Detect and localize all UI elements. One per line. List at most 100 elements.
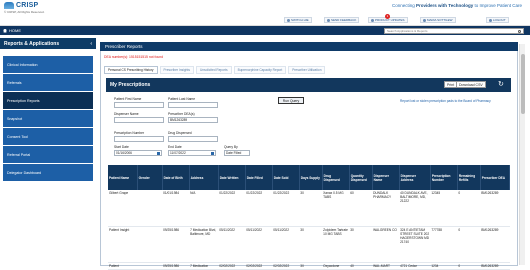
home-icon xyxy=(3,28,7,33)
dea-error-message: DEA number(s): 1515151515 not found xyxy=(104,55,163,59)
table-cell: 01/22/2022 xyxy=(272,190,300,227)
table-body: Gilbert Grape 01/01/1984 N/A 01/22/2022 01/2… xyxy=(108,190,510,270)
main-title: Prescriber Reports xyxy=(100,42,518,51)
end-date-label: End Date xyxy=(168,145,182,149)
query-by-label: Query By xyxy=(224,145,238,149)
sidebar-item-referrals[interactable]: Referrals xyxy=(3,74,93,91)
search-input[interactable]: Search Applications & Reports xyxy=(384,28,524,34)
tab-prescriber-utilization[interactable]: Prescriber Utilization xyxy=(288,66,326,74)
download-csv-button[interactable]: Download CSV xyxy=(456,81,486,88)
table-cell: Patient Insight xyxy=(108,226,138,263)
start-date-label: Start Date xyxy=(114,145,129,149)
table-cell: WALGREEN CO xyxy=(372,226,400,263)
scrollbar-thumb[interactable] xyxy=(521,54,525,114)
table-cell: 01/01/1984 xyxy=(162,190,190,227)
col-header[interactable]: Date Sold xyxy=(272,165,300,190)
table-cell: 60 xyxy=(349,190,373,227)
end-date-input[interactable]: 11/07/2022 xyxy=(168,150,216,156)
user-name-label: MARIA SOTTILEW xyxy=(427,18,453,22)
table-cell: 12345 xyxy=(430,190,458,227)
start-date-input[interactable]: 01/16/2006 xyxy=(114,150,162,156)
sidebar-item-label: Referrals xyxy=(7,80,22,85)
query-by-select[interactable]: Date Filled xyxy=(224,150,250,156)
col-header[interactable]: Dispenser Address xyxy=(399,165,431,190)
feedback-icon xyxy=(327,18,330,22)
col-header[interactable]: Dispenser Name xyxy=(372,165,400,190)
sidebar-item-snapshot[interactable]: Snapshot xyxy=(3,110,93,127)
table-row[interactable]: Patient Insight 09/25/1986 7 Medication Bl… xyxy=(108,226,510,263)
table-header-row: Patient Name Gender Date of Birth Addres… xyxy=(108,165,511,190)
tagline-prefix: Connecting xyxy=(392,3,417,8)
updates-count-badge: 1 xyxy=(385,14,390,19)
drug-input[interactable] xyxy=(168,136,218,142)
logout-icon xyxy=(489,18,492,22)
logout-label: LOGOUT xyxy=(493,18,506,22)
tab-buprenorphine-capacity[interactable]: Buprenorphine Capacity Report xyxy=(233,66,287,74)
user-menu-button[interactable]: MARIA SOTTILEW xyxy=(420,17,456,23)
dispenser-label: Dispenser Name xyxy=(114,112,139,116)
home-link[interactable]: HOME xyxy=(3,28,21,33)
table-cell xyxy=(137,190,163,227)
col-header[interactable]: Date Written xyxy=(218,165,246,190)
send-feedback-button[interactable]: SEND FEEDBACK xyxy=(324,17,360,23)
tagline-suffix: to Improve Patient Care xyxy=(473,3,522,8)
logout-button[interactable]: LOGOUT xyxy=(486,17,509,23)
prescriber-label: Prescriber DEA(s) xyxy=(168,112,195,116)
crisp-logo[interactable]: CRISP xyxy=(4,2,38,9)
tab-unsolicited-reports[interactable]: Unsolicited Reports xyxy=(195,66,232,74)
table-row[interactable]: Gilbert Grape 01/01/1984 N/A 01/22/2022 01/2… xyxy=(108,190,510,227)
drug-label: Drug Dispensed xyxy=(168,131,192,135)
sidebar-item-consent-tool[interactable]: Consent Tool xyxy=(3,128,93,145)
table-cell: 30 xyxy=(299,190,323,227)
col-header[interactable]: Address xyxy=(189,165,219,190)
col-header[interactable]: Prescriber DEA xyxy=(480,165,511,190)
rx-number-input[interactable] xyxy=(114,136,164,142)
table-cell: Zolpidem Tartrate 10 MG TABS xyxy=(322,226,350,263)
switch-hie-button[interactable]: SWITCH HIE xyxy=(284,17,312,23)
sidebar-item-clinical-information[interactable]: Clinical Information xyxy=(3,56,93,73)
tab-prescriber-insights[interactable]: Prescriber Insights xyxy=(159,66,194,74)
table-cell: 40 DUNDALK AVE, BALTIMORE, MD, 21222 xyxy=(399,190,431,227)
collapse-icon[interactable]: ‹ xyxy=(90,41,92,47)
col-header[interactable]: Prescription Number xyxy=(430,165,458,190)
search-icon[interactable] xyxy=(518,29,521,33)
table-cell: 05/11/2022 xyxy=(245,226,273,263)
sidebar-item-referral-portal[interactable]: Referral Portal xyxy=(3,146,93,163)
refresh-icon[interactable]: ↻ xyxy=(498,80,504,88)
prescriber-dea-input[interactable]: BM1263289 xyxy=(168,117,218,123)
sidebar-item-label: Consent Tool xyxy=(7,134,28,139)
col-header[interactable]: Date Filled xyxy=(245,165,273,190)
table-cell: BM1263289 xyxy=(480,226,510,263)
last-name-input[interactable] xyxy=(168,102,218,108)
table-cell: DUNDALK PHARMACY xyxy=(372,190,400,227)
calendar-icon[interactable] xyxy=(157,151,160,155)
report-stolen-pads-link[interactable]: Report lost or stolen prescription pads … xyxy=(400,99,491,103)
last-name-label: Patient Last Name xyxy=(168,97,196,101)
first-name-input[interactable] xyxy=(114,102,164,108)
switch-icon xyxy=(287,18,290,22)
tab-cs-prescribing-history[interactable]: Personal CS Prescribing History xyxy=(104,66,158,74)
col-header[interactable]: Patient Name xyxy=(108,165,138,190)
sidebar-item-prescription-reports[interactable]: Prescription Reports xyxy=(3,92,93,109)
col-header[interactable]: Drug Dispensed xyxy=(322,165,350,190)
page-scrollbar[interactable] xyxy=(519,44,525,265)
col-header[interactable]: Quantity Dispensed xyxy=(349,165,373,190)
end-date-value: 11/07/2022 xyxy=(170,151,186,155)
table-cell xyxy=(137,226,163,263)
table-cell: 01/22/2022 xyxy=(245,190,273,227)
send-feedback-label: SEND FEEDBACK xyxy=(331,18,357,22)
calendar-icon[interactable] xyxy=(211,151,214,155)
col-header[interactable]: Days Supply xyxy=(299,165,323,190)
col-header[interactable]: Gender xyxy=(137,165,163,190)
prescriptions-table: Patient Name Gender Date of Birth Addres… xyxy=(108,165,511,270)
sidebar-item-label: Snapshot xyxy=(7,116,23,121)
table-cell: 7 Medication Blvd, Baltimore, MD xyxy=(189,226,219,263)
sidebar-item-delegator-dashboard[interactable]: Delegator Dashboard xyxy=(3,164,93,181)
sidebar-item-label: Clinical Information xyxy=(7,62,38,67)
col-header[interactable]: Remaining Refills xyxy=(457,165,481,190)
dispenser-input[interactable] xyxy=(114,117,164,123)
start-date-value: 01/16/2006 xyxy=(116,151,132,155)
col-header[interactable]: Date of Birth xyxy=(162,165,190,190)
run-query-button[interactable]: Run Query xyxy=(278,97,304,104)
switch-hie-label: SWITCH HIE xyxy=(291,18,309,22)
